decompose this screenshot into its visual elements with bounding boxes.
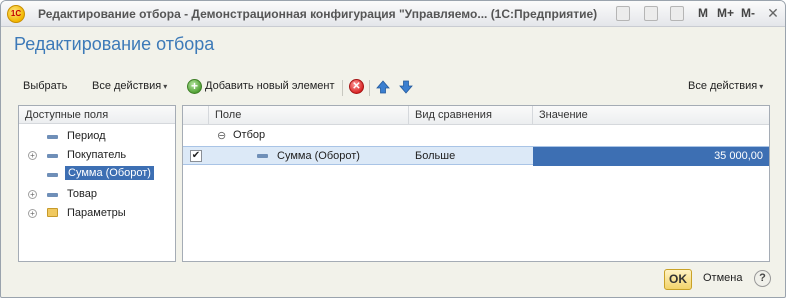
available-fields-header: Доступные поля bbox=[19, 106, 175, 124]
row-value[interactable]: 35 000,00 bbox=[533, 147, 769, 166]
expand-icon[interactable]: + bbox=[28, 209, 37, 218]
available-fields-panel: Доступные поля Период + Покупатель Сумма… bbox=[18, 105, 176, 262]
tree-item-parameters[interactable]: + Параметры bbox=[19, 204, 175, 223]
expand-icon[interactable]: + bbox=[28, 190, 37, 199]
tree-item-sum-turnover[interactable]: Сумма (Оборот) bbox=[19, 165, 175, 184]
chevron-down-icon: ▾ bbox=[163, 82, 168, 91]
delete-circle-icon[interactable]: ✕ bbox=[349, 79, 364, 94]
tree-item-product[interactable]: + Товар bbox=[19, 185, 175, 204]
memory-minus-button[interactable]: M- bbox=[741, 6, 755, 20]
plus-circle-icon[interactable]: + bbox=[187, 79, 202, 94]
field-icon bbox=[47, 135, 58, 139]
memory-plus-button[interactable]: M+ bbox=[717, 6, 734, 20]
right-all-actions-menu[interactable]: Все действия ▾ bbox=[688, 80, 763, 92]
app-logo-icon: 1С bbox=[7, 5, 25, 23]
tree-item-period[interactable]: Период bbox=[19, 127, 175, 146]
group-label: Отбор bbox=[233, 129, 266, 141]
tree-item-label: Покупатель bbox=[67, 149, 127, 161]
table-row[interactable]: ✔ Сумма (Оборот) Больше 35 000,00 bbox=[183, 146, 769, 166]
select-button[interactable]: Выбрать bbox=[23, 80, 67, 92]
column-header-comparison[interactable]: Вид сравнения bbox=[409, 106, 533, 125]
column-header-check bbox=[183, 106, 209, 125]
calendar-icon[interactable] bbox=[670, 6, 684, 21]
row-field: Сумма (Оборот) bbox=[277, 150, 360, 162]
table-header: Поле Вид сравнения Значение bbox=[183, 106, 769, 125]
row-comparison[interactable]: Больше bbox=[409, 147, 461, 166]
memory-m-button[interactable]: M bbox=[698, 6, 708, 20]
tree-item-label: Сумма (Оборот) bbox=[65, 166, 154, 180]
field-icon bbox=[47, 154, 58, 158]
form-title: Редактирование отбора bbox=[14, 34, 215, 54]
table-group-row[interactable]: ⊖ Отбор bbox=[183, 126, 769, 145]
tree-item-label: Товар bbox=[67, 188, 97, 200]
toolbar-divider bbox=[342, 80, 343, 96]
arrow-up-icon[interactable] bbox=[375, 79, 391, 95]
add-element-button[interactable]: Добавить новый элемент bbox=[205, 80, 335, 92]
column-header-field[interactable]: Поле bbox=[209, 106, 409, 125]
tree-item-label: Период bbox=[67, 130, 106, 142]
all-actions-label: Все действия bbox=[92, 80, 162, 92]
field-icon bbox=[257, 154, 268, 158]
ok-button[interactable]: OK bbox=[664, 269, 692, 290]
folder-icon bbox=[47, 208, 58, 217]
chevron-down-icon: ▾ bbox=[759, 82, 764, 91]
row-checkbox[interactable]: ✔ bbox=[190, 150, 202, 162]
calculator-icon[interactable] bbox=[644, 6, 658, 21]
help-icon[interactable]: ? bbox=[754, 270, 771, 287]
title-bar[interactable]: 1С Редактирование отбора - Демонстрацион… bbox=[1, 1, 785, 27]
window-title: Редактирование отбора - Демонстрационная… bbox=[38, 7, 598, 21]
close-icon[interactable]: ✕ bbox=[765, 5, 781, 21]
field-icon bbox=[47, 193, 58, 197]
filter-table: Поле Вид сравнения Значение ⊖ Отбор ✔ Су… bbox=[182, 105, 770, 262]
tree-item-label: Параметры bbox=[67, 207, 126, 219]
all-actions-menu[interactable]: Все действия ▾ bbox=[92, 80, 167, 92]
cancel-button[interactable]: Отмена bbox=[703, 272, 742, 284]
tree-item-buyer[interactable]: + Покупатель bbox=[19, 146, 175, 165]
expand-icon[interactable]: + bbox=[28, 151, 37, 160]
link-icon[interactable] bbox=[616, 6, 630, 21]
arrow-down-icon[interactable] bbox=[398, 79, 414, 95]
right-all-actions-label: Все действия bbox=[688, 80, 758, 92]
toolbar: Выбрать Все действия ▾ + Добавить новый э… bbox=[14, 77, 774, 99]
toolbar-divider bbox=[369, 80, 370, 96]
field-icon bbox=[47, 173, 58, 177]
column-header-value[interactable]: Значение bbox=[533, 106, 769, 125]
dialog-window: 1С Редактирование отбора - Демонстрацион… bbox=[0, 0, 786, 298]
